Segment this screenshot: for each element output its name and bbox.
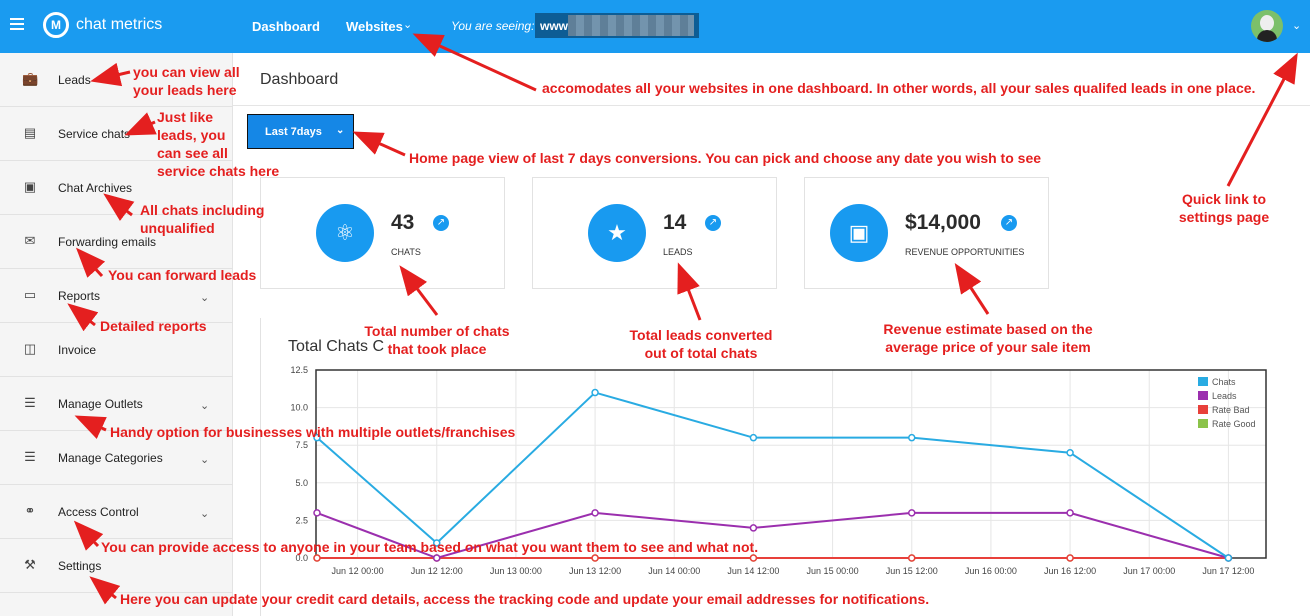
annotation-arrow [67,303,99,332]
annotation-arrow [412,33,537,92]
annotation-service: Just like leads, you can see all service… [157,109,280,179]
annotation-forward: You can forward leads [108,267,257,283]
annotation-arrow [90,62,131,87]
annotation-arrow [954,262,990,315]
annotation-leads-card: Total leads converted out of total chats [629,327,773,361]
annotation-arrow [103,193,135,221]
annotation-access: You can provide access to anyone in your… [101,539,759,555]
annotation-arrow [352,131,406,157]
annotation-arrow [124,112,157,136]
annotation-range: Home page view of last 7 days conversion… [409,150,1042,166]
annotation-leads: you can view all your leads here [133,64,240,98]
annotation-arrow [75,247,106,278]
annotation-archives: All chats including unqualified [140,202,265,236]
annotation-arrow [399,265,439,316]
annotation-arrow [73,520,104,551]
annotation-websites: accomodates all your websites in one das… [542,80,1256,96]
annotation-settings: Here you can update your credit card det… [120,591,930,607]
annotation-reports: Detailed reports [100,318,207,334]
annotation-arrow [89,576,121,605]
annotation-revenue: Revenue estimate based on the average pr… [883,321,1093,355]
annotation-arrow [1226,52,1298,187]
annotation-quick: Quick link to settings page [1178,191,1270,225]
annotation-arrow [74,415,107,439]
annotation-outlets: Handy option for businesses with multipl… [110,424,516,440]
annotation-arrow [677,262,702,321]
annotation-chats: Total number of chats that took place [364,323,510,357]
